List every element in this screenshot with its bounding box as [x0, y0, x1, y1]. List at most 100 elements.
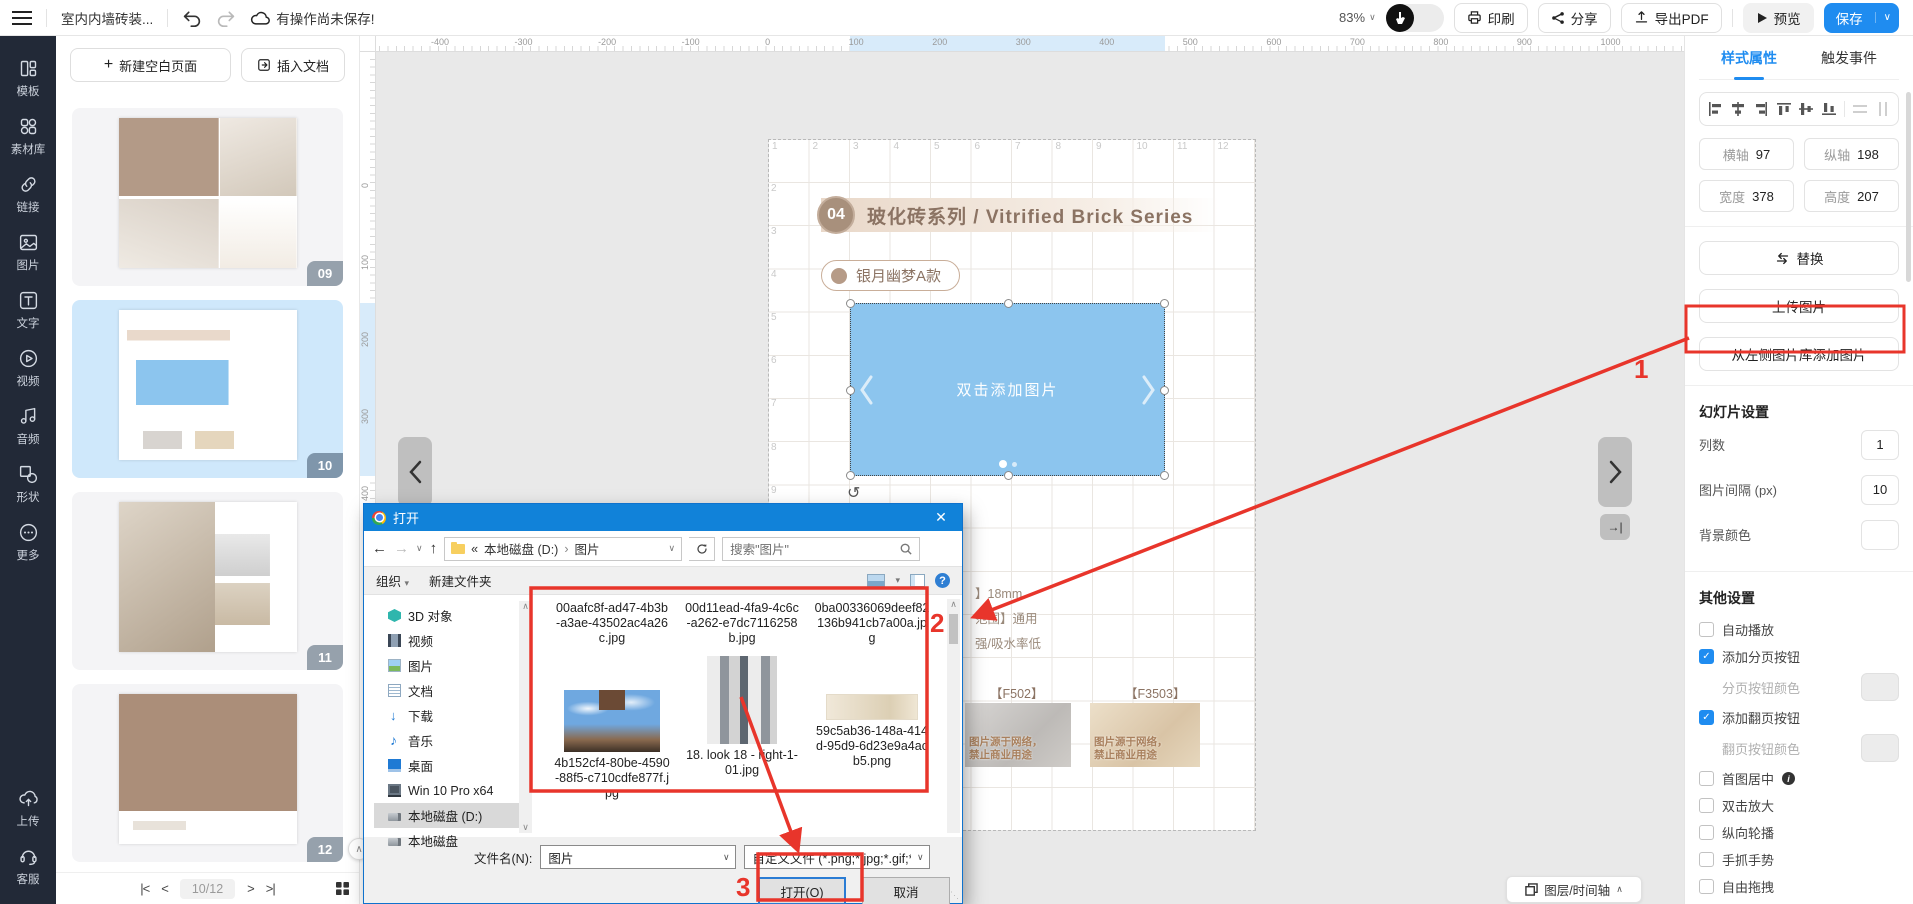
- print-button[interactable]: 印刷: [1454, 3, 1528, 33]
- sidebar-item[interactable]: 音频: [0, 398, 56, 456]
- resize-grip[interactable]: ⋱: [950, 890, 959, 901]
- search-input[interactable]: 搜索"图片": [722, 537, 920, 561]
- preview-pane-icon[interactable]: [910, 574, 925, 587]
- replace-button[interactable]: 替换: [1699, 241, 1899, 275]
- up-icon[interactable]: ↑: [430, 540, 438, 557]
- new-folder-button[interactable]: 新建文件夹: [429, 571, 492, 590]
- sidebar-item[interactable]: 图片: [0, 224, 56, 282]
- close-icon[interactable]: ✕: [920, 504, 962, 531]
- preview-button[interactable]: 预览: [1743, 3, 1814, 33]
- last-page-icon[interactable]: >|: [266, 881, 275, 896]
- filetype-combobox[interactable]: 自定义文件 (*.png;*.jpg;*.gif;*∨: [744, 845, 930, 869]
- align-right-icon[interactable]: [1753, 101, 1769, 117]
- resize-handle[interactable]: [1160, 299, 1169, 308]
- setting-value-input[interactable]: 10: [1861, 475, 1899, 505]
- checkbox[interactable]: [1699, 622, 1714, 637]
- slide-title[interactable]: 玻化砖系列 / Vitrified Brick Series 04: [821, 196, 1219, 234]
- sidebar-item[interactable]: 链接: [0, 166, 56, 224]
- align-top-icon[interactable]: [1776, 101, 1792, 117]
- document-title[interactable]: 室内内墙砖装...: [61, 8, 153, 28]
- tree-item[interactable]: 图片: [374, 653, 532, 678]
- checkbox[interactable]: [1699, 710, 1714, 725]
- resize-handle[interactable]: [846, 471, 855, 480]
- checkbox[interactable]: [1699, 798, 1714, 813]
- tab-trigger-events[interactable]: 触发事件: [1817, 36, 1881, 80]
- tree-item[interactable]: Win 10 Pro x64: [374, 778, 532, 803]
- checkbox[interactable]: [1699, 852, 1714, 867]
- dialog-titlebar[interactable]: 打开 ✕: [364, 504, 962, 531]
- canvas-prev-page-button[interactable]: [398, 437, 432, 507]
- save-dropdown-caret[interactable]: ∨: [1875, 12, 1899, 23]
- resize-handle[interactable]: [1004, 471, 1013, 480]
- open-button[interactable]: 打开(O): [758, 877, 846, 904]
- sidebar-item[interactable]: 上传: [0, 780, 56, 838]
- file-item[interactable]: 0ba00336069deef82136b941cb7a00a.jpg: [814, 601, 930, 646]
- next-page-icon[interactable]: >: [247, 881, 254, 896]
- pointer-mode-toggle[interactable]: [1386, 4, 1444, 32]
- sidebar-item[interactable]: 更多: [0, 514, 56, 572]
- sidebar-item[interactable]: 视频: [0, 340, 56, 398]
- help-icon[interactable]: ?: [935, 573, 950, 588]
- grid-view-icon[interactable]: [336, 882, 349, 895]
- setting-value-input[interactable]: 1: [1861, 430, 1899, 460]
- page-thumbnail[interactable]: 11: [72, 492, 343, 670]
- sidebar-item[interactable]: 文字: [0, 282, 56, 340]
- breadcrumb-dropdown-icon[interactable]: ∨: [669, 543, 676, 554]
- sidebar-item[interactable]: 形状: [0, 456, 56, 514]
- file-list-scrollbar[interactable]: ∧: [947, 599, 960, 833]
- first-page-icon[interactable]: |<: [140, 881, 149, 896]
- checkbox[interactable]: [1699, 649, 1714, 664]
- undo-icon[interactable]: [182, 9, 202, 27]
- subtitle-pill[interactable]: 银月幽梦A款: [821, 260, 960, 291]
- back-icon[interactable]: ←: [372, 540, 387, 557]
- refresh-icon[interactable]: [689, 537, 715, 561]
- tile-image[interactable]: 图片源于网络，禁止商业用途: [1090, 703, 1200, 767]
- file-item[interactable]: 18. look 18 - right-1-01.jpg: [684, 656, 800, 801]
- zoom-control[interactable]: 83%∨: [1339, 10, 1376, 25]
- file-item[interactable]: 59c5ab36-148a-414d-95d9-6d23e9a4acb5.png: [814, 656, 930, 801]
- page-thumbnail[interactable]: 12: [72, 684, 343, 862]
- file-item[interactable]: 00aafc8f-ad47-4b3b-a3ae-43502ac4a26c.jpg: [554, 601, 670, 646]
- add-from-library-button[interactable]: 从左侧图片库添加图片: [1699, 337, 1899, 371]
- resize-handle[interactable]: [1004, 299, 1013, 308]
- tree-item[interactable]: 本地磁盘: [374, 828, 532, 853]
- breadcrumb-segment[interactable]: 图片: [575, 539, 600, 558]
- cancel-button[interactable]: 取消: [862, 877, 950, 904]
- layers-timeline-button[interactable]: 图层/时间轴 ∧: [1506, 876, 1642, 903]
- position-size-field[interactable]: 高度 207: [1804, 180, 1899, 212]
- tree-item[interactable]: 视频: [374, 628, 532, 653]
- rotate-handle-icon[interactable]: ↺: [847, 483, 860, 503]
- setting-value-input[interactable]: [1861, 520, 1899, 550]
- page-thumbnail[interactable]: 10: [72, 300, 343, 478]
- history-dropdown-icon[interactable]: ∨: [416, 543, 423, 554]
- export-pdf-button[interactable]: 导出PDF: [1621, 3, 1722, 33]
- view-dropdown-icon[interactable]: ▾: [895, 575, 900, 586]
- filename-combobox[interactable]: 图片∨: [540, 845, 736, 869]
- canvas-skip-to-end-button[interactable]: →|: [1600, 514, 1630, 540]
- resize-handle[interactable]: [846, 386, 855, 395]
- forward-icon[interactable]: →: [394, 540, 409, 557]
- tree-item[interactable]: 3D 对象: [374, 603, 532, 628]
- distribute-horizontal-icon[interactable]: [1852, 101, 1868, 117]
- carousel-prev-icon[interactable]: [859, 375, 873, 405]
- carousel-next-icon[interactable]: [1142, 375, 1156, 405]
- resize-handle[interactable]: [1160, 471, 1169, 480]
- resize-handle[interactable]: [1160, 386, 1169, 395]
- checkbox[interactable]: [1699, 879, 1714, 894]
- view-mode-icon[interactable]: [867, 574, 885, 587]
- sidebar-item[interactable]: 客服: [0, 838, 56, 896]
- tab-style-properties[interactable]: 样式属性: [1717, 36, 1781, 80]
- upload-image-button[interactable]: 上传图片: [1699, 289, 1899, 323]
- tile-image[interactable]: 图片源于网络，禁止商业用途: [965, 703, 1071, 767]
- position-size-field[interactable]: 宽度 378: [1699, 180, 1794, 212]
- resize-handle[interactable]: [846, 299, 855, 308]
- breadcrumb-segment[interactable]: 本地磁盘 (D:): [484, 539, 558, 558]
- prev-page-icon[interactable]: <: [161, 881, 168, 896]
- new-blank-page-button[interactable]: + 新建空白页面: [70, 48, 231, 82]
- organize-menu[interactable]: 组织 ▾: [376, 571, 409, 590]
- file-item[interactable]: 00d11ead-4fa9-4c6c-a262-e7dc7116258b.jpg: [684, 601, 800, 646]
- color-swatch[interactable]: [1861, 673, 1899, 701]
- save-button[interactable]: 保存 ∨: [1824, 3, 1899, 33]
- tree-item[interactable]: 下载: [374, 703, 532, 728]
- position-size-field[interactable]: 纵轴 198: [1804, 138, 1899, 170]
